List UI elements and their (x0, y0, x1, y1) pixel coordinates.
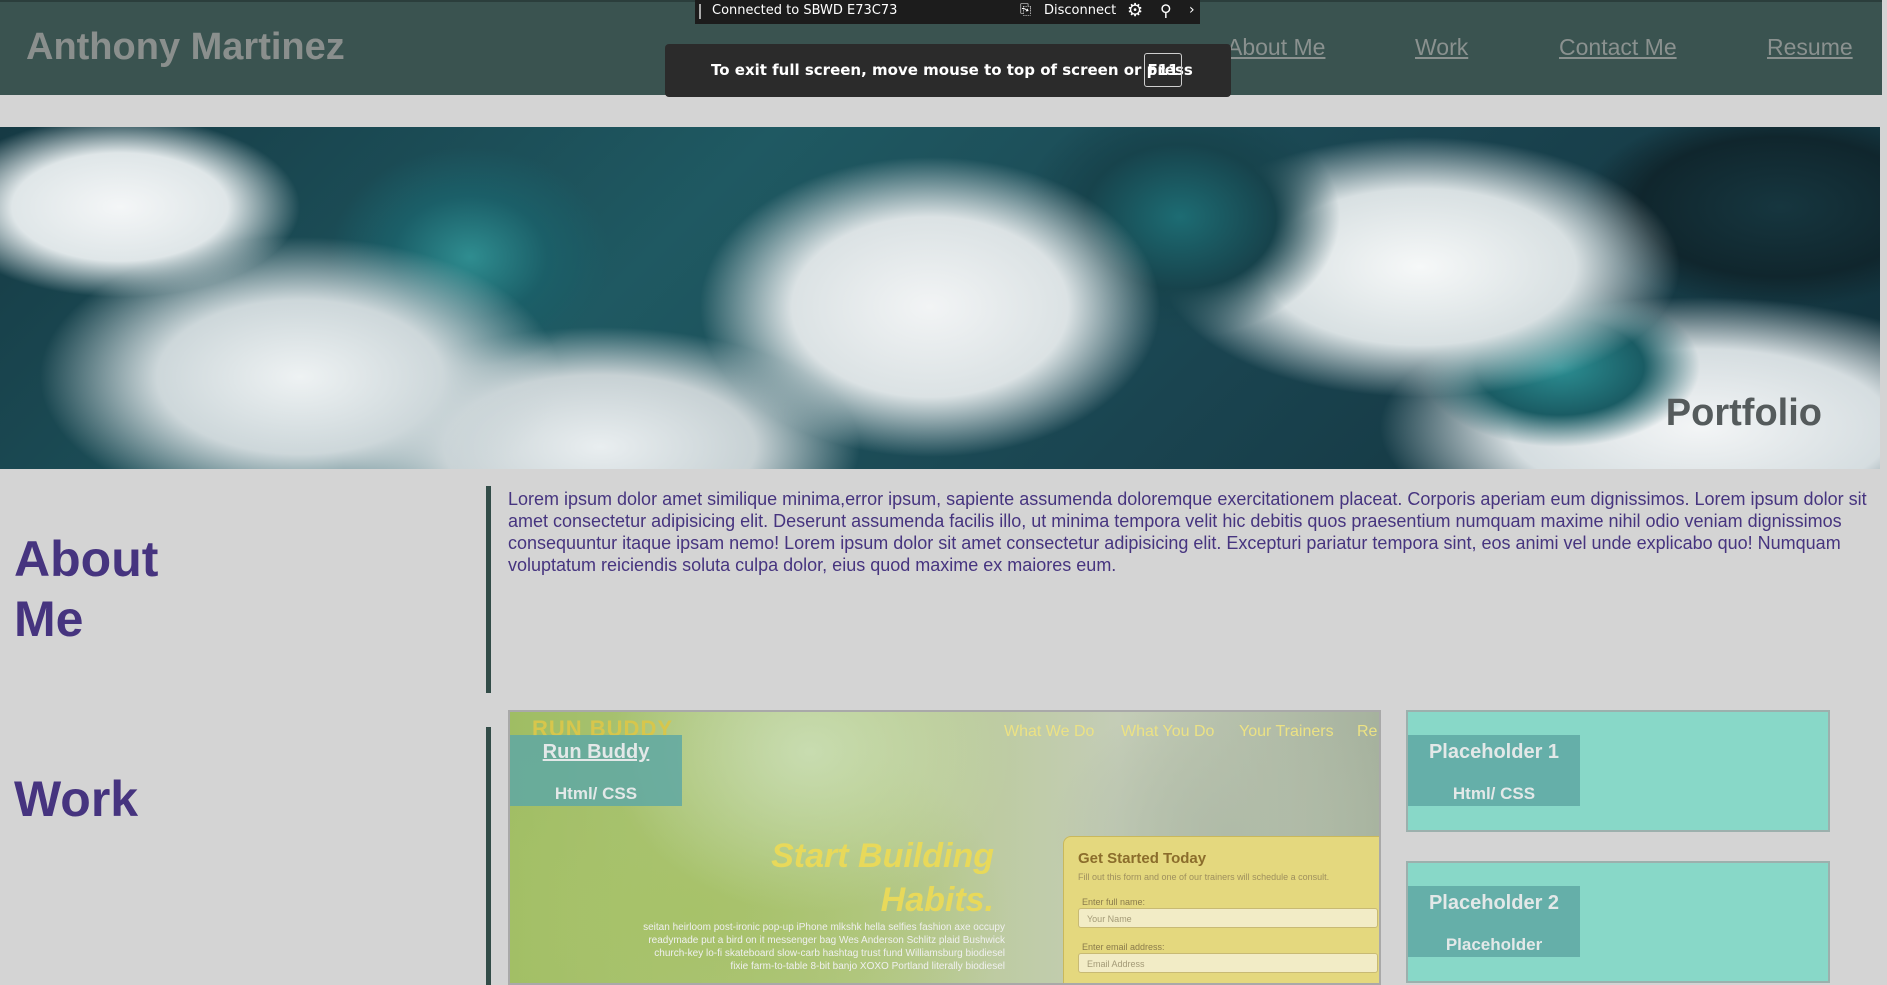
project-subtitle: Html/ CSS (554, 784, 638, 803)
drag-handle[interactable] (699, 4, 701, 19)
site-title[interactable]: Anthony Martinez (26, 26, 345, 69)
project-card-run-buddy[interactable]: RUN BUDDY What We Do What You Do Your Tr… (508, 710, 1381, 985)
preview-form-subtitle: Fill out this form and one of our traine… (1078, 872, 1330, 882)
nav-contact-me[interactable]: Contact Me (1559, 34, 1677, 61)
hero-title: Portfolio (1665, 392, 1822, 434)
hero-banner: Portfolio (0, 127, 1880, 469)
project-title: Placeholder 2 (1428, 892, 1560, 914)
project-label: Placeholder 1 Html/ CSS (1408, 735, 1580, 806)
about-text: Lorem ipsum dolor amet similique minima,… (508, 489, 1867, 575)
preview-body: seitan heirloom post-ironic pop-up iPhon… (643, 922, 1005, 972)
preview-nav-item: Your Trainers (1239, 723, 1334, 740)
disconnect-button[interactable]: Disconnect (1044, 3, 1116, 18)
work-divider (486, 727, 491, 985)
project-subtitle: Html/ CSS (1452, 784, 1536, 803)
project-title[interactable]: Run Buddy (510, 741, 682, 764)
preview-form: Get Started Today Fill out this form and… (1063, 836, 1379, 983)
fullscreen-notice: To exit full screen, move mouse to top o… (665, 44, 1231, 97)
gear-icon[interactable]: ⚙ (1127, 0, 1143, 21)
preview-name-input: Your Name (1078, 908, 1378, 928)
preview-email-input: Email Address (1078, 953, 1378, 973)
project-card-placeholder-1[interactable]: Placeholder 1 Html/ CSS (1406, 710, 1830, 832)
disconnect-icon[interactable]: ⎘ (1020, 2, 1031, 18)
about-heading: About Me (14, 531, 159, 647)
connection-status: Connected to SBWD E73C73 (712, 3, 898, 18)
pin-icon[interactable]: ⚲ (1160, 1, 1172, 20)
preview-headline-line: Start Building (771, 837, 994, 875)
nav-resume[interactable]: Resume (1767, 34, 1853, 61)
preview-headline: Start Building Habits. (771, 834, 994, 922)
remote-connection-bar: Connected to SBWD E73C73 ⎘ Disconnect ⚙ … (695, 0, 1200, 24)
preview-name-label: Enter full name: (1082, 897, 1146, 907)
work-heading: Work (14, 771, 139, 827)
preview-form-title: Get Started Today (1078, 850, 1207, 867)
preview-nav-item: What You Do (1121, 723, 1215, 740)
preview-nav-item: What We Do (1004, 723, 1095, 740)
project-label: Placeholder 2 Placeholder (1408, 886, 1580, 957)
f11-key: F11 (1144, 53, 1182, 87)
project-label: Run Buddy Html/ CSS (510, 735, 682, 806)
project-subtitle: Placeholder (1445, 935, 1543, 954)
preview-nav-item: Re (1357, 723, 1378, 740)
preview-email-label: Enter email address: (1082, 942, 1165, 952)
preview-headline-line: Habits. (880, 881, 994, 919)
about-divider (486, 486, 491, 693)
project-card-placeholder-2[interactable]: Placeholder 2 Placeholder (1406, 861, 1830, 983)
project-title: Placeholder 1 (1428, 741, 1560, 763)
fullscreen-message: To exit full screen, move mouse to top o… (711, 61, 1193, 79)
nav-about-me[interactable]: About Me (1227, 34, 1325, 61)
chevron-right-icon[interactable]: › (1189, 2, 1195, 18)
nav-work[interactable]: Work (1415, 34, 1468, 61)
